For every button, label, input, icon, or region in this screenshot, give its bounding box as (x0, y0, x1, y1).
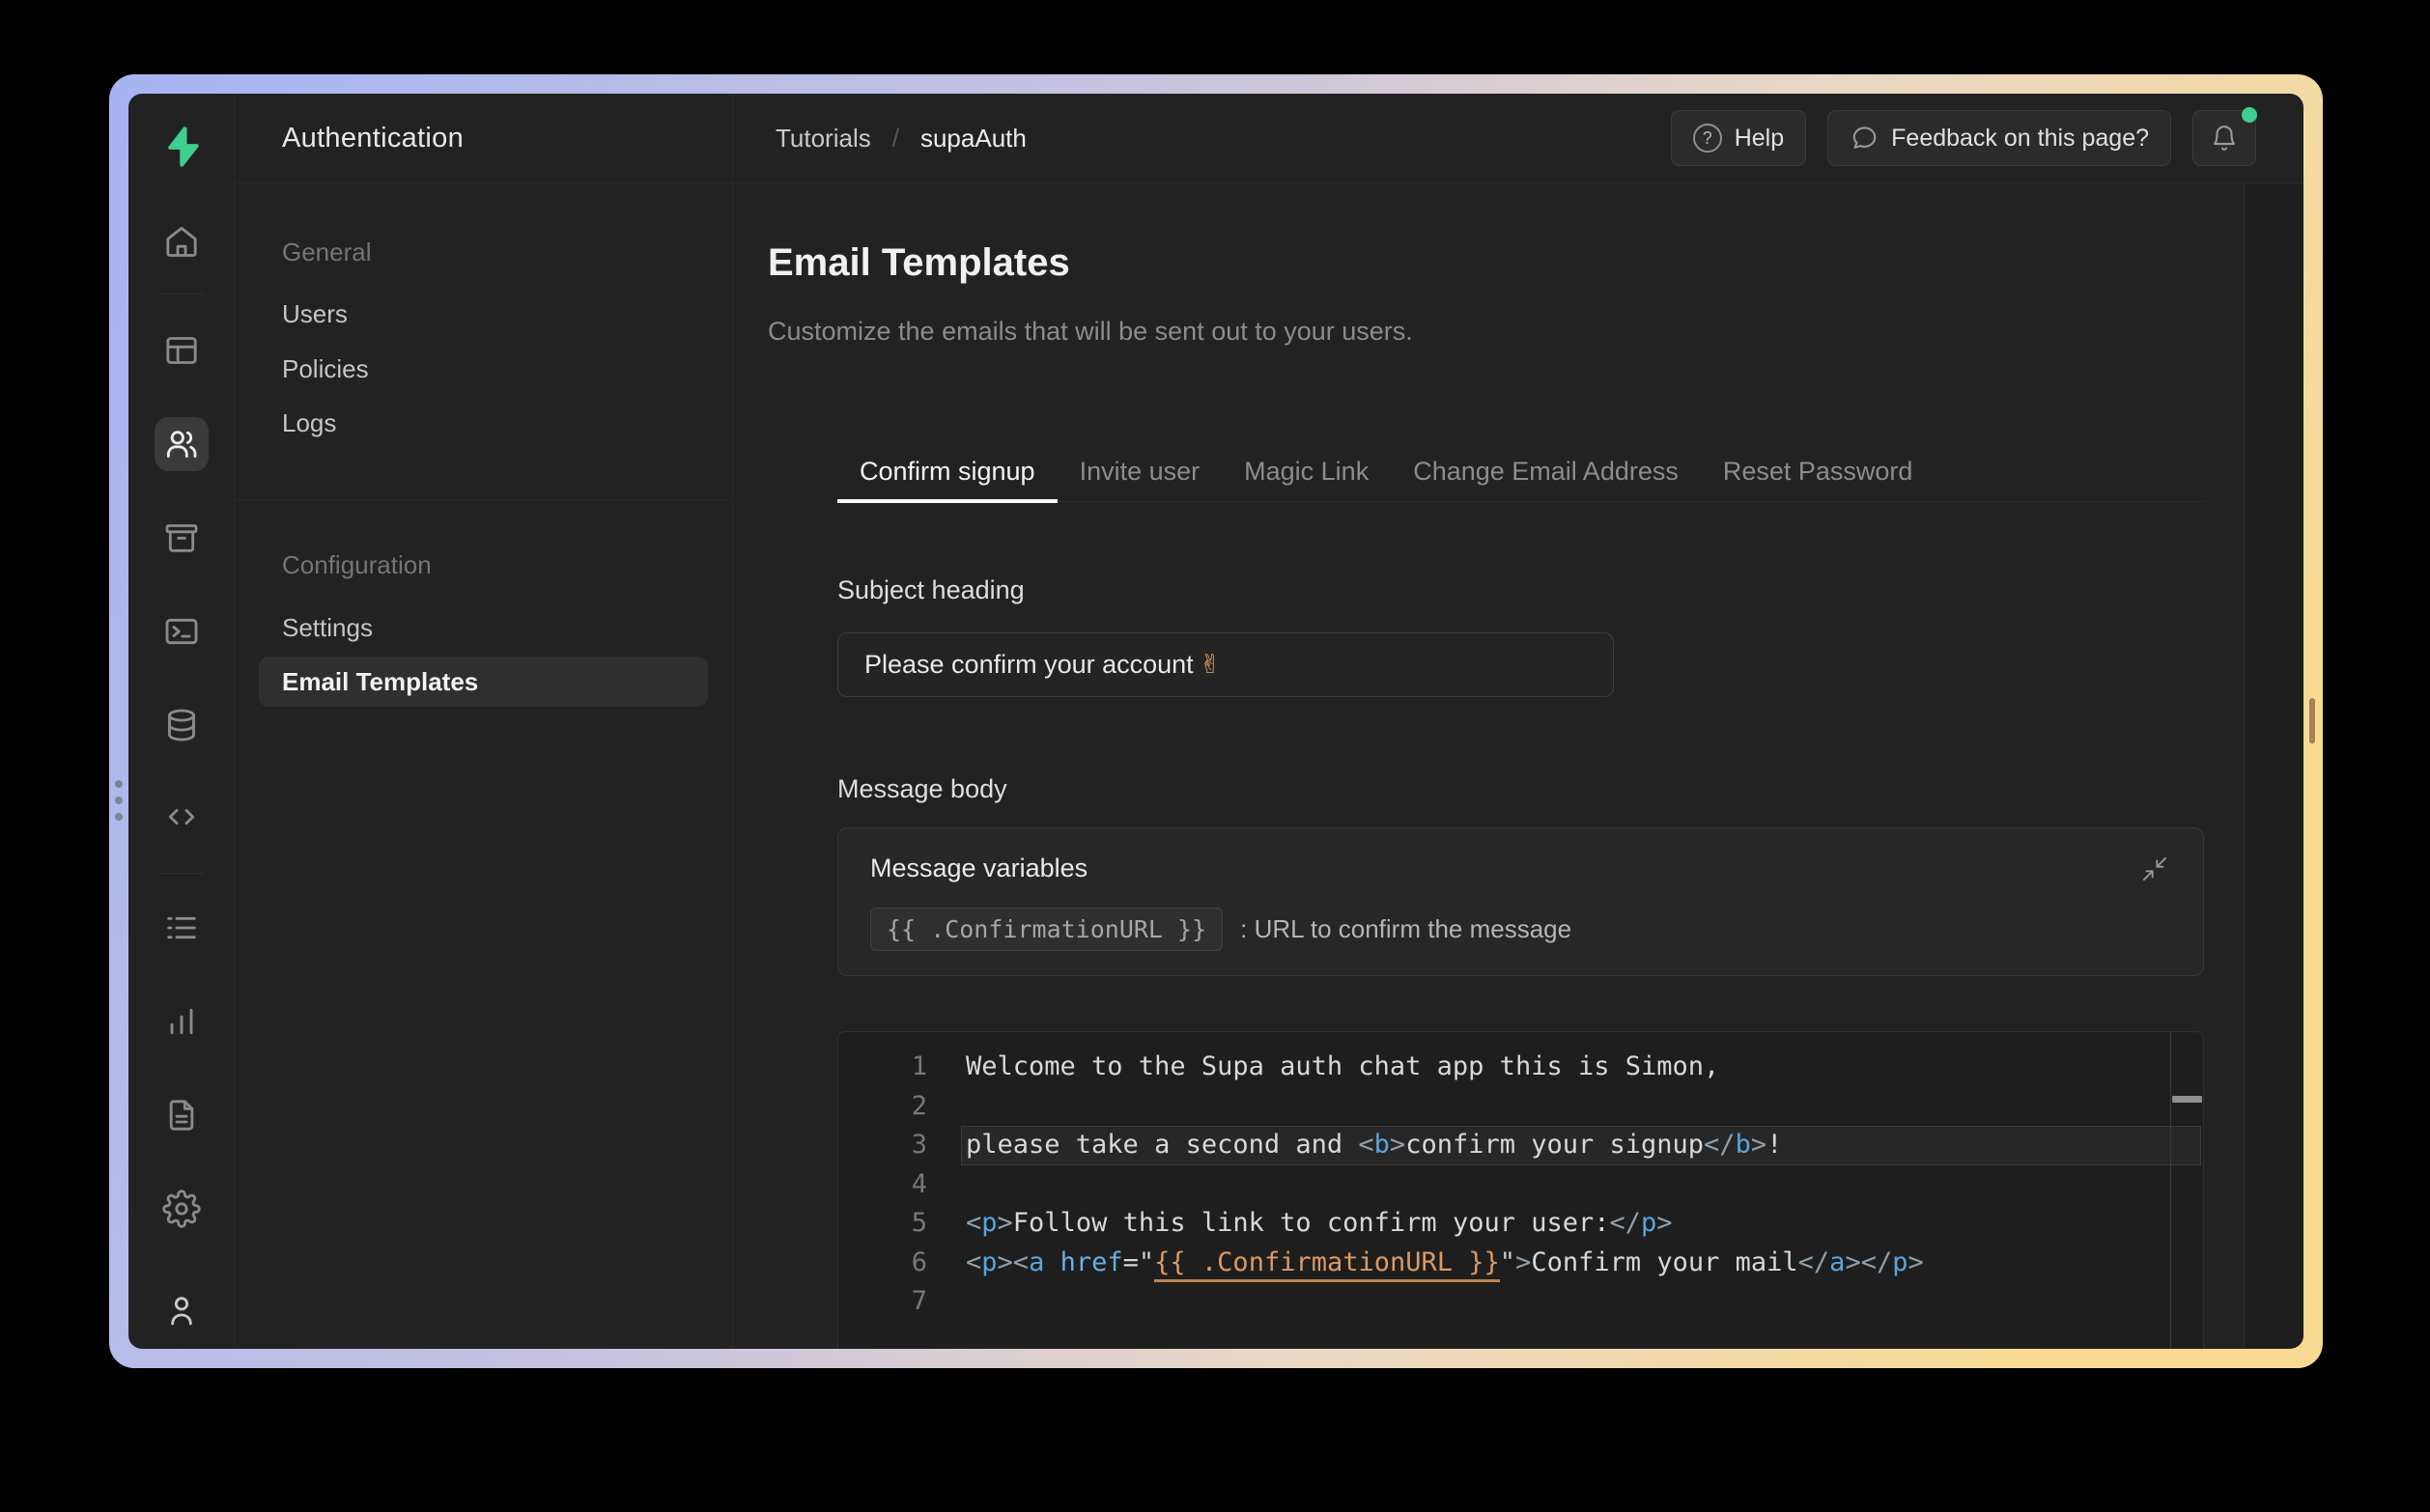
template-tabs: Confirm signup Invite user Magic Link Ch… (837, 442, 2204, 503)
variable-row: {{ .ConfirmationURL }} : URL to confirm … (870, 908, 1571, 951)
account-user-icon[interactable] (160, 1289, 203, 1331)
top-bar: Tutorials / supaAuth ? Help Feedback on … (733, 94, 2303, 183)
editor-scrollbar-thumb[interactable] (2172, 1096, 2202, 1103)
code-line[interactable]: 6 <p><a href="{{ .ConfirmationURL }}">Con… (838, 1244, 2203, 1283)
api-code-icon[interactable] (160, 796, 203, 838)
rail-divider (158, 873, 204, 874)
sidebar-title: Authentication (282, 122, 464, 154)
tab-magic-link[interactable]: Magic Link (1222, 442, 1391, 501)
subject-input[interactable]: Please confirm your account ✌ (837, 632, 1614, 697)
top-actions: ? Help Feedback on this page? (1670, 107, 2257, 166)
sidebar-body: General Users Policies Logs Configuratio… (235, 183, 732, 1348)
bell-icon (2213, 126, 2236, 151)
content-scroll-gutter (2244, 183, 2303, 1348)
window-scrollbar-thumb[interactable] (2309, 698, 2315, 743)
tab-invite-user[interactable]: Invite user (1058, 442, 1223, 501)
page-content: Email Templates Customize the emails tha… (733, 183, 2303, 1349)
table-editor-icon[interactable] (160, 329, 203, 372)
sidebar-item-label: Email Templates (282, 666, 479, 696)
message-body-editor[interactable]: 1 Welcome to the Supa auth chat app this … (837, 1031, 2204, 1349)
sidebar-divider (235, 499, 732, 500)
tab-confirm-signup[interactable]: Confirm signup (837, 442, 1058, 503)
storage-icon[interactable] (160, 517, 203, 559)
variable-description: : URL to confirm the message (1240, 914, 1572, 943)
desktop-background: Authentication General Users Policies Lo… (0, 0, 2430, 1512)
feedback-button[interactable]: Feedback on this page? (1827, 110, 2171, 166)
code-line[interactable]: 2 (838, 1087, 2203, 1127)
tab-reset-password[interactable]: Reset Password (1701, 442, 1936, 501)
editor-scrollbar-track (2170, 1032, 2171, 1349)
page-subtitle: Customize the emails that will be sent o… (768, 317, 1413, 346)
logs-list-icon[interactable] (160, 907, 203, 949)
code-line[interactable]: 3 please take a second and <b>confirm you… (838, 1126, 2203, 1165)
home-icon[interactable] (160, 220, 203, 263)
help-label: Help (1734, 124, 1785, 152)
settings-gear-icon[interactable] (160, 1188, 203, 1230)
sidebar-item-policies[interactable]: Policies (282, 354, 369, 384)
icon-rail (128, 94, 235, 1349)
app-content: Authentication General Users Policies Lo… (128, 94, 2303, 1349)
victory-hand-emoji: ✌ (1199, 650, 1222, 680)
sidebar-header: Authentication (235, 94, 732, 183)
sidebar-section-configuration: Configuration (282, 550, 432, 579)
main-area: Tutorials / supaAuth ? Help Feedback on … (733, 94, 2303, 1349)
reports-chart-icon[interactable] (160, 1000, 203, 1043)
breadcrumb-separator: / (891, 123, 899, 153)
chat-bubble-icon (1852, 126, 1877, 149)
help-icon: ? (1692, 124, 1722, 153)
subject-value: Please confirm your account (864, 650, 1194, 679)
sidebar-item-logs[interactable]: Logs (282, 408, 336, 438)
code-line[interactable]: 1 Welcome to the Supa auth chat app this … (838, 1048, 2203, 1087)
database-icon[interactable] (160, 704, 203, 746)
window-drag-handle[interactable] (113, 780, 125, 821)
sidebar: Authentication General Users Policies Lo… (235, 94, 733, 1349)
code-line[interactable]: 7 (838, 1282, 2203, 1322)
breadcrumb-tutorials[interactable]: Tutorials (776, 124, 871, 154)
page-title: Email Templates (768, 241, 1070, 284)
message-variables-panel: Message variables {{ .ConfirmationURL }}… (837, 827, 2204, 976)
sidebar-item-email-templates[interactable]: Email Templates (259, 657, 708, 707)
subject-heading-label: Subject heading (837, 575, 1025, 604)
confirmation-url-chip: {{ .ConfirmationURL }} (870, 908, 1224, 951)
supabase-logo-icon[interactable] (159, 125, 204, 169)
feedback-label: Feedback on this page? (1891, 124, 2149, 152)
sidebar-section-general: General (282, 238, 372, 266)
code-lines: 1 Welcome to the Supa auth chat app this … (838, 1032, 2203, 1322)
code-line[interactable]: 5 <p>Follow this link to confirm your use… (838, 1204, 2203, 1244)
breadcrumb: Tutorials / supaAuth (776, 124, 1027, 154)
app-window: Authentication General Users Policies Lo… (109, 74, 2323, 1368)
message-variables-title: Message variables (870, 854, 1088, 882)
breadcrumb-supaauth[interactable]: supaAuth (920, 124, 1027, 154)
tab-change-email-address[interactable]: Change Email Address (1391, 442, 1701, 501)
notifications-button[interactable] (2192, 107, 2257, 166)
message-body-label: Message body (837, 774, 1007, 803)
help-button[interactable]: ? Help (1670, 110, 1807, 166)
sidebar-item-users[interactable]: Users (282, 299, 348, 329)
collapse-icon[interactable] (2141, 855, 2168, 882)
sql-terminal-icon[interactable] (160, 610, 203, 653)
authentication-users-icon[interactable] (154, 417, 209, 471)
notification-dot (2242, 107, 2257, 123)
docs-file-icon[interactable] (160, 1094, 203, 1136)
sidebar-item-settings[interactable]: Settings (282, 613, 373, 643)
code-line[interactable]: 4 (838, 1165, 2203, 1205)
